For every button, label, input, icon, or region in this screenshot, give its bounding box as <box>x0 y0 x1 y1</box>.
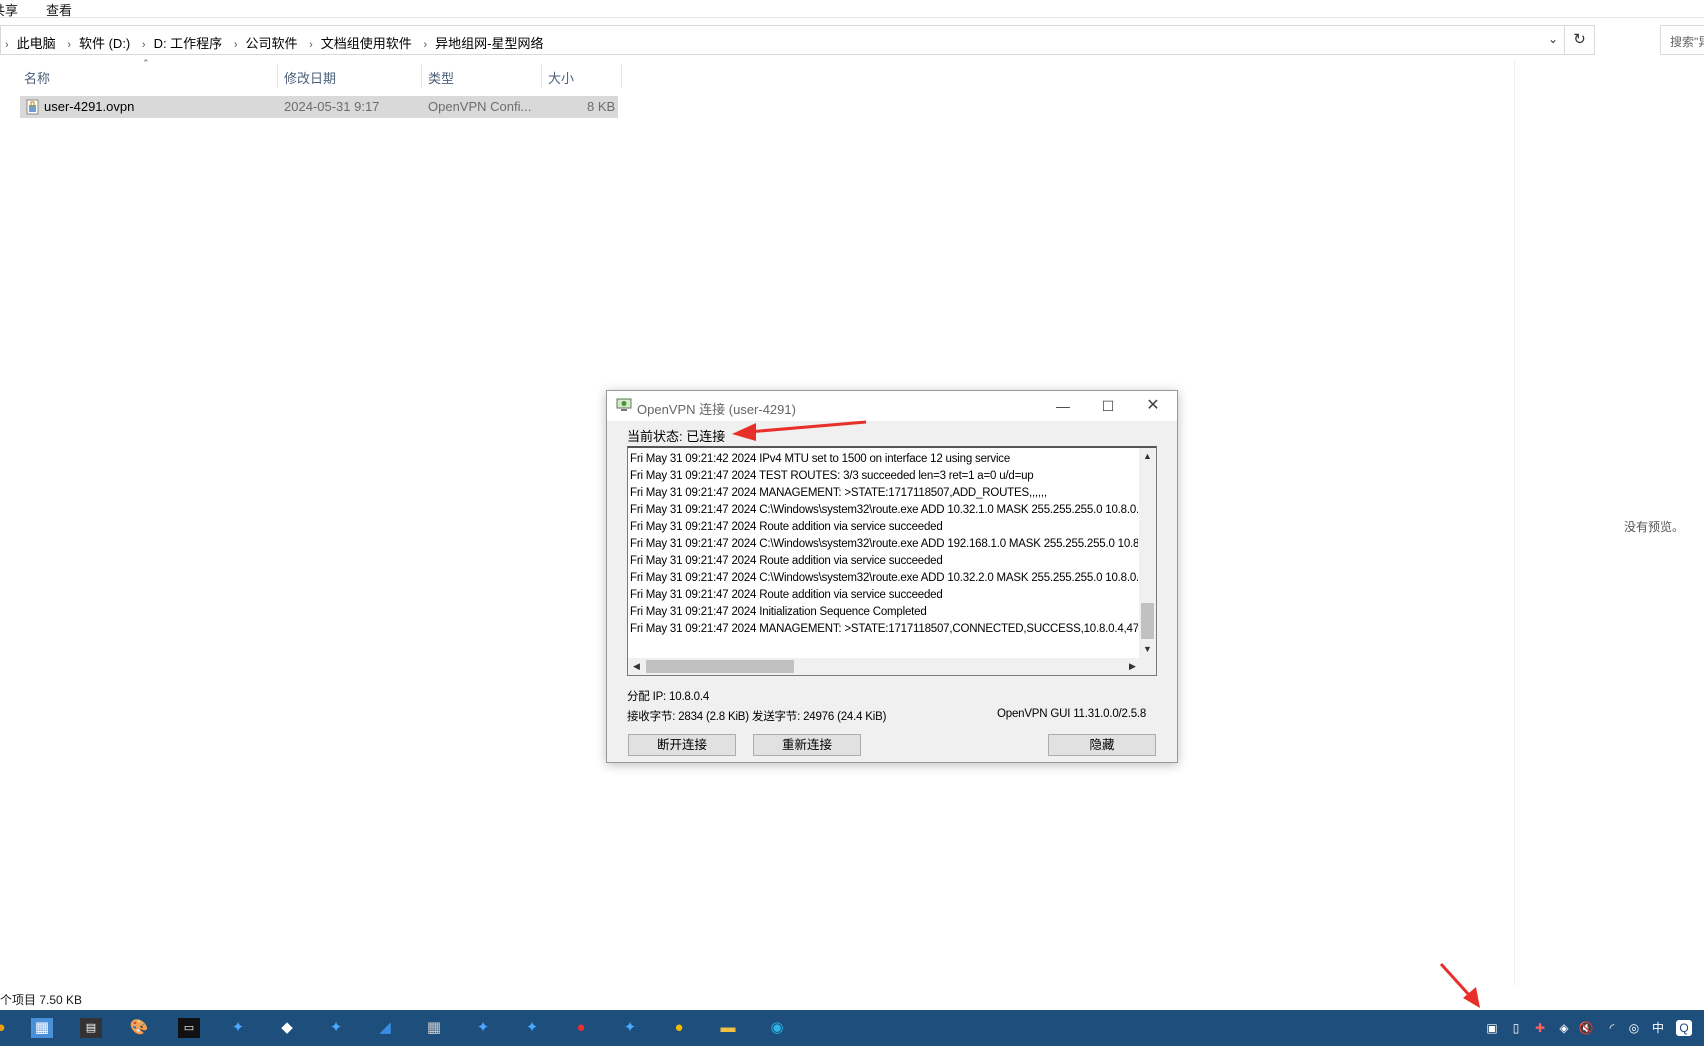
character-app-icon[interactable]: ● <box>668 1018 690 1038</box>
breadcrumb-item[interactable]: 软件 (D:) <box>79 36 130 51</box>
log-horizontal-scrollbar[interactable]: ◀ ▶ <box>628 658 1141 675</box>
address-bar[interactable]: › 此电脑 › 软件 (D:) › D: 工作程序 › 公司软件 › 文档组使用软件 › 异… <box>0 25 1595 55</box>
wifi-icon[interactable]: ◜ <box>1604 1020 1620 1036</box>
calculator-icon[interactable]: ▦ <box>423 1018 445 1038</box>
breadcrumb-item[interactable]: 此电脑 <box>17 36 56 51</box>
openvpn-tray-icon[interactable]: ▣ <box>1484 1020 1500 1036</box>
hide-button[interactable]: 隐藏 <box>1048 734 1156 756</box>
horizontal-scroll-thumb[interactable] <box>646 660 794 673</box>
log-line: Fri May 31 09:21:47 2024 Initialization … <box>630 606 927 618</box>
user-app-icon[interactable]: ✦ <box>227 1018 249 1038</box>
column-header-modified[interactable]: 修改日期 <box>278 64 422 88</box>
refresh-icon[interactable]: ↻ <box>1564 26 1594 54</box>
log-line: Fri May 31 09:21:47 2024 C:\Windows\syst… <box>630 538 1138 550</box>
log-line: Fri May 31 09:21:42 2024 IPv4 MTU set to… <box>630 453 1011 465</box>
preview-message: 没有预览。 <box>1624 520 1685 534</box>
ovpn-file-icon <box>26 99 39 115</box>
network-app-icon[interactable]: ◎ <box>1626 1020 1642 1036</box>
file-row[interactable]: user-4291.ovpn 2024-05-31 9:17 OpenVPN C… <box>20 96 618 118</box>
edge-icon[interactable]: ◉ <box>766 1018 788 1038</box>
ribbon-tab-share[interactable]: 共享 <box>0 0 18 19</box>
openvpn-dialog: OpenVPN 连接 (user-4291) — ☐ ✕ 当前状态: 已连接 F… <box>606 390 1178 763</box>
preview-divider <box>1514 60 1515 986</box>
log-lines: Fri May 31 09:21:42 2024 IPv4 MTU set to… <box>630 451 1138 646</box>
arrow-to-tray-icon <box>1439 962 1480 1008</box>
file-size: 8 KB <box>587 99 616 114</box>
breadcrumb-item[interactable]: 公司软件 <box>245 36 297 51</box>
breadcrumb: › 此电脑 › 软件 (D:) › D: 工作程序 › 公司软件 › 文档组使用软件 › 异… <box>5 33 543 52</box>
paint-icon[interactable]: 🎨 <box>128 1018 150 1038</box>
chevron-right-icon[interactable]: › <box>142 39 146 51</box>
taskbar: ● ▦ ▤ 🎨 ▭ ✦ ◆ ✦ ◢ ▦ ✦ ✦ ● ✦ ● ▬ ◉ ▣ ▯ ✚ … <box>0 1010 1704 1046</box>
search-app-icon[interactable]: Q <box>1676 1020 1692 1036</box>
scroll-down-icon[interactable]: ▼ <box>1139 641 1156 658</box>
file-type: OpenVPN Confi... <box>428 99 532 114</box>
file-modified: 2024-05-31 9:17 <box>284 99 380 114</box>
game-app-icon[interactable]: ● <box>570 1018 592 1038</box>
log-line: Fri May 31 09:21:47 2024 Route addition … <box>630 589 943 601</box>
openvpn-monitor-icon <box>616 398 632 411</box>
security-icon[interactable]: ✚ <box>1532 1020 1548 1036</box>
breadcrumb-item[interactable]: 异地组网-星型网络 <box>435 36 543 51</box>
log-line: Fri May 31 09:21:47 2024 TEST ROUTES: 3/… <box>630 470 1034 482</box>
column-header-size[interactable]: 大小 <box>542 64 622 88</box>
chevron-right-icon[interactable]: › <box>234 39 238 51</box>
minimize-icon[interactable]: — <box>1043 395 1083 417</box>
dialog-titlebar[interactable]: OpenVPN 连接 (user-4291) — ☐ ✕ <box>607 391 1177 421</box>
file-name: user-4291.ovpn <box>44 99 135 114</box>
close-icon[interactable]: ✕ <box>1133 395 1173 417</box>
disconnect-button[interactable]: 断开连接 <box>628 734 736 756</box>
maximize-icon[interactable]: ☐ <box>1088 395 1128 417</box>
ribbon-tabs: 共享 查看 <box>0 0 1704 18</box>
browser-icon[interactable]: ● <box>0 1018 12 1038</box>
vertical-scroll-thumb[interactable] <box>1141 603 1154 639</box>
log-line: Fri May 31 09:21:47 2024 MANAGEMENT: >ST… <box>630 623 1138 635</box>
status-bar: 个项目 7.50 KB <box>0 993 83 1007</box>
chevron-right-icon[interactable]: › <box>309 39 313 51</box>
column-header-type[interactable]: 类型 <box>422 64 542 88</box>
user-app-icon[interactable]: ✦ <box>521 1018 543 1038</box>
scrollbar-corner <box>1139 658 1156 675</box>
usb-icon[interactable]: ▯ <box>1508 1020 1524 1036</box>
shield-icon[interactable]: ◈ <box>1556 1020 1572 1036</box>
log-line: Fri May 31 09:21:47 2024 MANAGEMENT: >ST… <box>630 487 1047 499</box>
folder-icon[interactable]: ▬ <box>717 1018 739 1038</box>
reconnect-button[interactable]: 重新连接 <box>753 734 861 756</box>
diamond-app-icon[interactable]: ◆ <box>276 1018 298 1038</box>
log-line: Fri May 31 09:21:47 2024 C:\Windows\syst… <box>630 504 1138 516</box>
chevron-right-icon[interactable]: › <box>423 39 427 51</box>
log-line: Fri May 31 09:21:47 2024 Route addition … <box>630 521 943 533</box>
chevron-right-icon[interactable]: › <box>67 39 71 51</box>
ribbon-tab-view[interactable]: 查看 <box>46 0 72 19</box>
traffic-stats: 接收字节: 2834 (2.8 KiB) 发送字节: 24976 (24.4 K… <box>627 711 887 723</box>
task-manager-icon[interactable]: ▤ <box>80 1018 102 1038</box>
user-app-icon[interactable]: ✦ <box>472 1018 494 1038</box>
terminal-icon[interactable]: ▭ <box>178 1018 200 1038</box>
user-app-icon[interactable]: ✦ <box>325 1018 347 1038</box>
computer-icon[interactable]: ▦ <box>31 1018 53 1038</box>
dialog-title: OpenVPN 连接 (user-4291) <box>637 402 796 417</box>
chevron-down-icon[interactable]: ⌄ <box>1548 32 1558 46</box>
search-input[interactable]: 搜索"异 <box>1660 25 1704 55</box>
scroll-up-icon[interactable]: ▲ <box>1139 448 1156 465</box>
volume-muted-icon[interactable]: 🔇 <box>1578 1020 1594 1036</box>
chevron-right-icon: › <box>5 39 9 51</box>
assigned-ip: 分配 IP: 10.8.0.4 <box>627 691 710 703</box>
log-vertical-scrollbar[interactable]: ▲ ▼ <box>1139 448 1156 658</box>
log-line: Fri May 31 09:21:47 2024 Route addition … <box>630 555 943 567</box>
log-textarea[interactable]: Fri May 31 09:21:42 2024 IPv4 MTU set to… <box>627 446 1157 676</box>
user-app-icon[interactable]: ✦ <box>619 1018 641 1038</box>
breadcrumb-item[interactable]: 文档组使用软件 <box>321 36 412 51</box>
scroll-left-icon[interactable]: ◀ <box>628 658 645 675</box>
shark-app-icon[interactable]: ◢ <box>374 1018 396 1038</box>
breadcrumb-item[interactable]: D: 工作程序 <box>154 36 223 51</box>
input-language[interactable]: 中 <box>1650 1020 1666 1036</box>
gui-version: OpenVPN GUI 11.31.0.0/2.5.8 <box>997 708 1147 720</box>
column-header-name[interactable]: 名称 <box>18 64 278 88</box>
log-line: Fri May 31 09:21:47 2024 C:\Windows\syst… <box>630 572 1138 584</box>
connection-state: 当前状态: 已连接 <box>627 429 726 444</box>
